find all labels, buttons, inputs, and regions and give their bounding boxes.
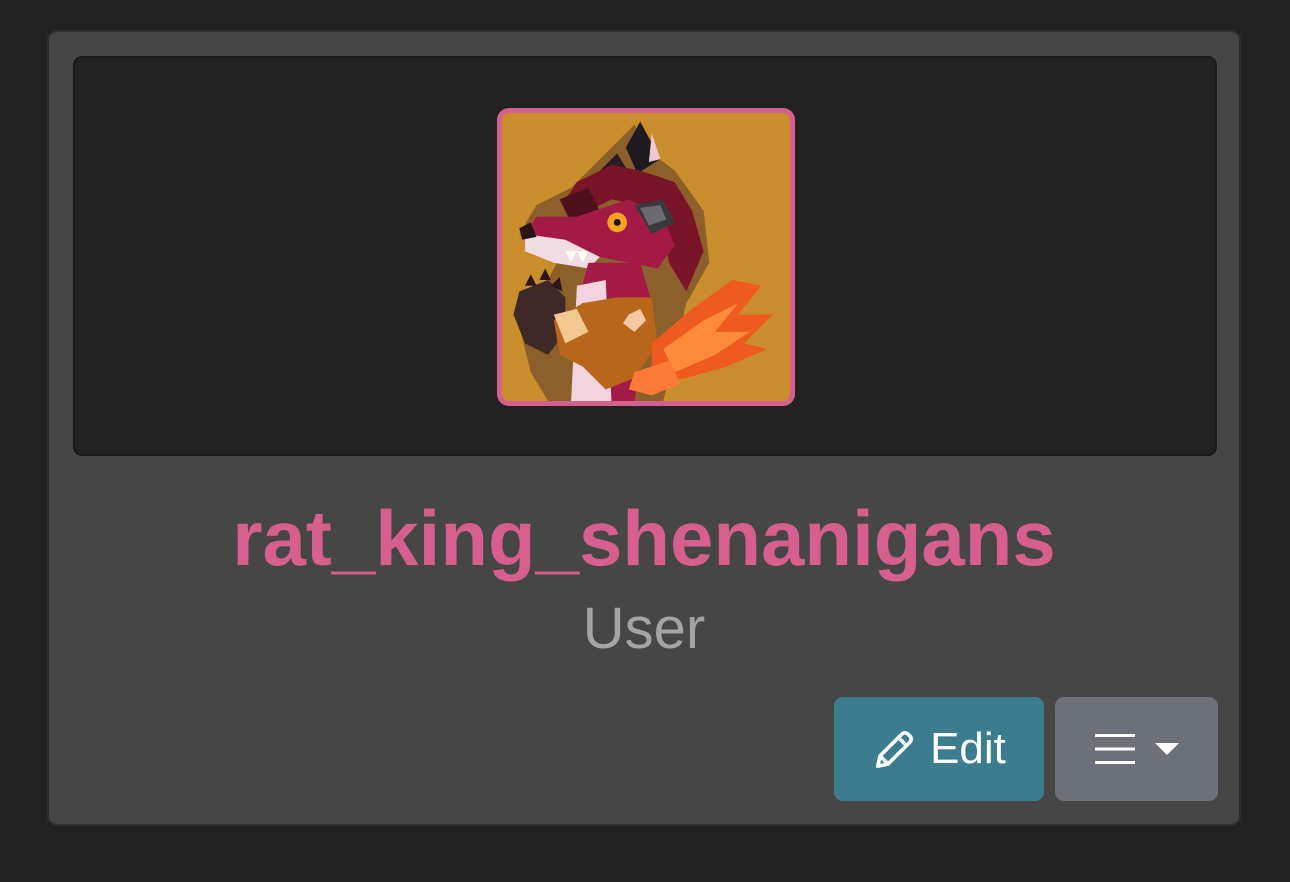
pencil-icon: [876, 731, 914, 769]
avatar-image: [502, 113, 790, 401]
profile-card: rat_king_shenanigans User Edit: [47, 30, 1241, 826]
profile-username[interactable]: rat_king_shenanigans: [49, 490, 1239, 586]
hamburger-icon: [1094, 734, 1135, 764]
avatar[interactable]: [497, 108, 795, 406]
edit-button[interactable]: Edit: [834, 697, 1044, 801]
more-actions-dropdown-button[interactable]: [1055, 697, 1218, 801]
profile-banner: [73, 56, 1217, 456]
profile-role: User: [582, 596, 706, 661]
edit-button-label: Edit: [930, 724, 1006, 773]
caret-down-icon: [1154, 743, 1179, 755]
